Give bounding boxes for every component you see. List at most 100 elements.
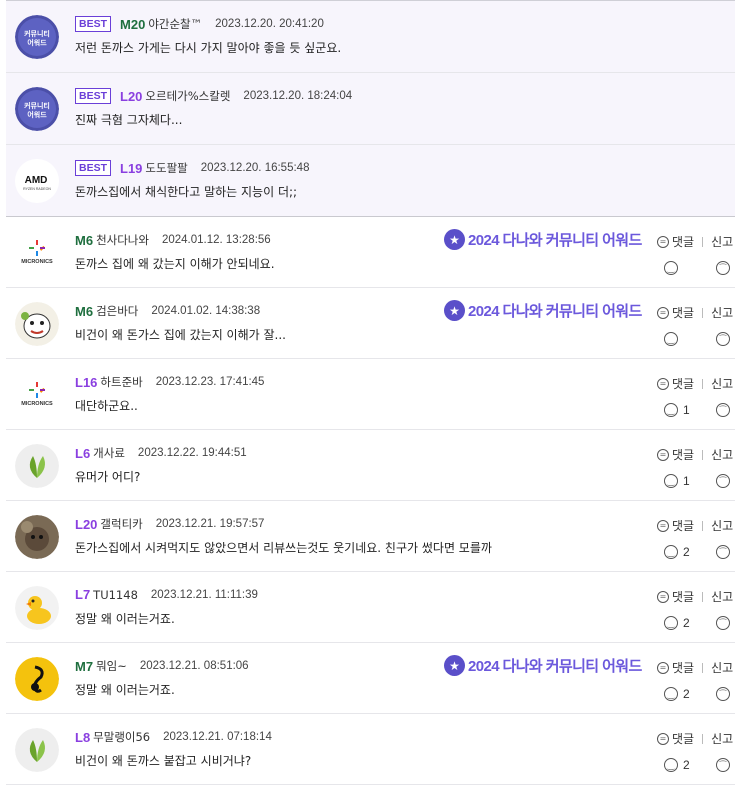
award-banner[interactable]: ★ 2024 다나와 커뮤니티 어워드 xyxy=(444,655,642,676)
comment-date: 2023.12.21. 11:11:39 xyxy=(150,588,258,601)
report-button[interactable]: 신고 xyxy=(711,730,733,747)
like-icon[interactable]: ‿ xyxy=(664,332,678,346)
like-count: 2 xyxy=(683,758,690,772)
comment-meta: L7 TU1148 2023.12.21. 11:11:39 xyxy=(75,587,258,602)
reply-icon[interactable]: = xyxy=(657,732,669,745)
divider xyxy=(702,520,704,531)
reply-button[interactable]: 댓글 xyxy=(672,446,694,463)
user-level: L20 xyxy=(120,88,143,104)
dislike-icon[interactable]: ⁀ xyxy=(716,758,730,772)
user-nickname[interactable]: TU1148 xyxy=(93,588,138,602)
comment-text: 정말 왜 이러는거죠. xyxy=(75,683,175,697)
comment-date: 2023.12.22. 19:44:51 xyxy=(137,447,247,459)
report-button[interactable]: 신고 xyxy=(711,659,733,676)
reply-icon[interactable]: = xyxy=(657,377,669,390)
best-comment: AMD RYZEN RADEON BEST L19 도도팔팔 2023.12.20. 16… xyxy=(6,145,735,217)
comment-text: 대단하군요.. xyxy=(75,399,138,413)
like-icon[interactable]: ‿ xyxy=(664,758,678,772)
divider xyxy=(702,236,704,247)
report-button[interactable]: 신고 xyxy=(711,375,733,392)
comment-text: 저런 돈까스 가게는 다시 가지 말아야 좋을 듯 싶군요. xyxy=(75,41,342,55)
user-nickname[interactable]: 검은바다 xyxy=(96,303,138,319)
reply-icon[interactable]: = xyxy=(657,448,669,461)
user-level: L20 xyxy=(75,516,98,532)
comment-meta: L16 하트준바 2023.12.23. 17:41:45 xyxy=(75,374,264,390)
avatar[interactable]: MICRONICS xyxy=(15,373,59,417)
dislike-icon[interactable]: ⁀ xyxy=(716,687,730,701)
best-comment: 커뮤니티 어워드 BEST M20 야간순찰™ 2023.12.20. 20:41:20 저… xyxy=(6,1,735,73)
user-nickname[interactable]: 갤럭티카 xyxy=(100,516,142,532)
avatar[interactable] xyxy=(15,444,59,488)
avatar[interactable]: 커뮤니티 어워드 xyxy=(15,87,59,131)
comment-item: L6 개사료 2023.12.22. 19:44:51 유머가 어디? = 댓글 신고 ‿ 1 ⁀ xyxy=(6,430,735,501)
comment-actions: = 댓글 신고 xyxy=(657,659,733,676)
comment-date: 2023.12.20. 16:55:48 xyxy=(200,162,310,174)
like-icon[interactable]: ‿ xyxy=(664,687,678,701)
user-level: L19 xyxy=(120,160,143,176)
divider xyxy=(702,449,704,460)
comment-item: M6 검은바다 2024.01.02. 14:38:38 비건이 왜 돈가스 집에 갔… xyxy=(6,288,735,359)
report-button[interactable]: 신고 xyxy=(711,517,733,534)
user-nickname[interactable]: 도도팔팔 xyxy=(145,160,187,176)
like-icon[interactable]: ‿ xyxy=(664,261,678,275)
avatar[interactable] xyxy=(15,302,59,346)
reply-button[interactable]: 댓글 xyxy=(672,233,694,250)
user-nickname[interactable]: 개사료 xyxy=(93,445,125,461)
dislike-icon[interactable]: ⁀ xyxy=(716,403,730,417)
user-nickname[interactable]: 오르테가%스칼렛 xyxy=(145,88,230,104)
reply-button[interactable]: 댓글 xyxy=(672,304,694,321)
reply-icon[interactable]: = xyxy=(657,306,669,319)
dislike-icon[interactable]: ⁀ xyxy=(716,474,730,488)
user-nickname[interactable]: 무말랭이56 xyxy=(93,729,150,745)
avatar[interactable] xyxy=(15,728,59,772)
comment-date: 2023.12.20. 18:24:04 xyxy=(243,90,353,102)
like-icon[interactable]: ‿ xyxy=(664,545,678,559)
reply-icon[interactable]: = xyxy=(657,590,669,603)
avatar[interactable] xyxy=(15,515,59,559)
user-nickname[interactable]: 뭐임~ xyxy=(96,658,127,674)
user-level: M6 xyxy=(75,303,94,319)
like-icon[interactable]: ‿ xyxy=(664,403,678,417)
award-banner[interactable]: ★ 2024 다나와 커뮤니티 어워드 xyxy=(444,229,642,250)
reply-button[interactable]: 댓글 xyxy=(672,730,694,747)
comment-date: 2024.01.12. 13:28:56 xyxy=(161,234,271,246)
user-nickname[interactable]: 하트준바 xyxy=(100,374,142,390)
user-level: M7 xyxy=(75,658,94,674)
dislike-icon[interactable]: ⁀ xyxy=(716,616,730,630)
award-text: 2024 다나와 커뮤니티 어워드 xyxy=(468,658,642,675)
reply-button[interactable]: 댓글 xyxy=(672,588,694,605)
avatar[interactable] xyxy=(15,586,59,630)
reply-button[interactable]: 댓글 xyxy=(672,517,694,534)
report-button[interactable]: 신고 xyxy=(711,446,733,463)
comment-meta: L6 개사료 2023.12.22. 19:44:51 xyxy=(75,445,247,461)
report-button[interactable]: 신고 xyxy=(711,588,733,605)
like-icon[interactable]: ‿ xyxy=(664,474,678,488)
user-level: L6 xyxy=(75,445,91,461)
comment-text: 돈까스 집에 왜 갔는지 이해가 안되네요. xyxy=(75,257,275,271)
reply-icon[interactable]: = xyxy=(657,519,669,532)
avatar[interactable] xyxy=(15,657,59,701)
comment-text: 돈까스집에서 채식한다고 말하는 지능이 더;; xyxy=(75,185,298,199)
vote-controls: ‿ 2 ⁀ xyxy=(664,545,730,559)
user-nickname[interactable]: 야간순찰™ xyxy=(148,16,202,32)
reply-button[interactable]: 댓글 xyxy=(672,659,694,676)
user-nickname[interactable]: 천사다나와 xyxy=(96,232,149,248)
star-icon: ★ xyxy=(444,229,465,250)
report-button[interactable]: 신고 xyxy=(711,233,733,250)
avatar[interactable]: AMD RYZEN RADEON xyxy=(15,159,59,203)
reply-icon[interactable]: = xyxy=(657,661,669,674)
award-banner[interactable]: ★ 2024 다나와 커뮤니티 어워드 xyxy=(444,300,642,321)
reply-icon[interactable]: = xyxy=(657,235,669,248)
divider xyxy=(702,733,704,744)
comment-item: L7 TU1148 2023.12.21. 11:11:39 정말 왜 이러는거죠. =… xyxy=(6,572,735,643)
avatar[interactable]: MICRONICS xyxy=(15,231,59,275)
report-button[interactable]: 신고 xyxy=(711,304,733,321)
avatar[interactable]: 커뮤니티 어워드 xyxy=(15,15,59,59)
dislike-icon[interactable]: ⁀ xyxy=(716,545,730,559)
reply-button[interactable]: 댓글 xyxy=(672,375,694,392)
dislike-icon[interactable]: ⁀ xyxy=(716,332,730,346)
comment-item: L20 갤럭티카 2023.12.21. 19:57:57 돈가스집에서 시켜먹지도 … xyxy=(6,501,735,572)
like-icon[interactable]: ‿ xyxy=(664,616,678,630)
comment-actions: = 댓글 신고 xyxy=(657,730,733,747)
dislike-icon[interactable]: ⁀ xyxy=(716,261,730,275)
